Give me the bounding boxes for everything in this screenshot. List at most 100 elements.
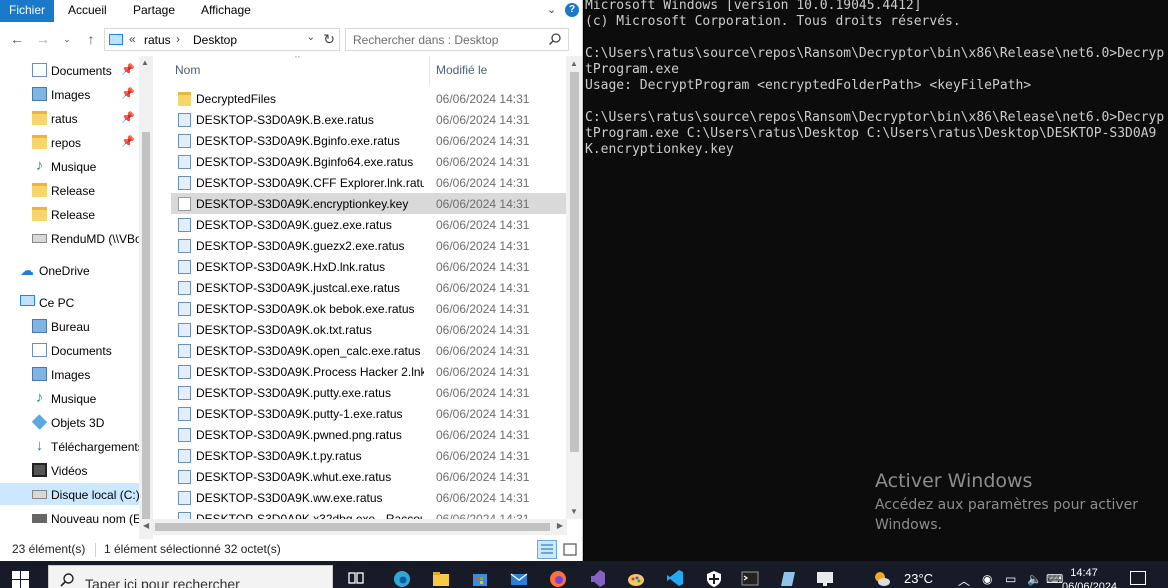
- breadcrumb-ratus[interactable]: ratus: [144, 33, 171, 47]
- address-dropdown-icon[interactable]: ⌄: [307, 32, 315, 43]
- scroll-left-icon[interactable]: ◀: [143, 521, 149, 530]
- file-row[interactable]: DESKTOP-S3D0A9K.HxD.lnk.ratus 06/06/2024 …: [171, 256, 566, 277]
- show-hidden-icons-icon[interactable]: ︿: [958, 572, 970, 588]
- file-row[interactable]: DESKTOP-S3D0A9K.Bginfo64.exe.ratus 06/06/…: [171, 151, 566, 172]
- file-row[interactable]: DESKTOP-S3D0A9K.CFF Explorer.lnk.ratus 06…: [171, 172, 566, 193]
- file-row[interactable]: DESKTOP-S3D0A9K.ok.txt.ratus 06/06/2024 1…: [171, 319, 566, 340]
- navigation-pane-scrollbar[interactable]: ▲ ▼: [139, 56, 153, 539]
- tab-fichier[interactable]: Fichier: [0, 0, 55, 22]
- visual-studio-icon[interactable]: [587, 568, 607, 588]
- address-root-chevron[interactable]: «: [129, 32, 136, 46]
- forward-icon[interactable]: →: [34, 30, 52, 48]
- help-icon[interactable]: ?: [565, 3, 579, 17]
- tab-affichage[interactable]: Affichage: [201, 0, 251, 22]
- file-row[interactable]: DESKTOP-S3D0A9K.t.py.ratus 06/06/2024 14:…: [171, 445, 566, 466]
- remote-desktop-icon[interactable]: [815, 568, 835, 588]
- file-row[interactable]: DESKTOP-S3D0A9K.guezx2.exe.ratus 06/06/20…: [171, 235, 566, 256]
- nav-item[interactable]: Disque local (C:): [0, 483, 139, 505]
- file-row[interactable]: DESKTOP-S3D0A9K.encryptionkey.key 06/06/2…: [171, 193, 566, 214]
- nav-item[interactable]: Images 📌: [0, 83, 139, 105]
- scrollbar-thumb[interactable]: [142, 132, 150, 534]
- taskbar-search-placeholder[interactable]: Taper ici pour rechercher: [85, 576, 240, 588]
- microsoft-store-icon[interactable]: [470, 568, 490, 588]
- notifications-icon[interactable]: [1130, 571, 1146, 585]
- scroll-right-icon[interactable]: ▶: [557, 521, 563, 530]
- file-row[interactable]: DESKTOP-S3D0A9K.ww.exe.ratus 06/06/2024 1…: [171, 487, 566, 508]
- file-list-scrollbar[interactable]: ▲ ▼: [566, 56, 582, 519]
- file-row[interactable]: DecryptedFiles 06/06/2024 14:31: [171, 88, 566, 109]
- file-row[interactable]: DESKTOP-S3D0A9K.ok bebok.exe.ratus 06/06/…: [171, 298, 566, 319]
- command-prompt-window[interactable]: Microsoft Windows [version 10.0.19045.44…: [584, 0, 1168, 561]
- notepad-icon[interactable]: [778, 568, 798, 588]
- column-name[interactable]: Nom: [175, 63, 200, 77]
- file-row[interactable]: DESKTOP-S3D0A9K.pwned.png.ratus 06/06/202…: [171, 424, 566, 445]
- horizontal-scrollbar[interactable]: ◀ ▶: [139, 519, 567, 535]
- nav-item[interactable]: Release: [0, 179, 139, 201]
- details-view-icon[interactable]: [537, 540, 557, 559]
- file-row[interactable]: DESKTOP-S3D0A9K.putty.exe.ratus 06/06/202…: [171, 382, 566, 403]
- security-icon[interactable]: [704, 568, 724, 588]
- clock[interactable]: 14:47 06/06/2024: [1062, 566, 1117, 588]
- nav-item[interactable]: RenduMD (\\VBo: [0, 227, 139, 249]
- nav-item[interactable]: ↓ Téléchargements: [0, 435, 139, 457]
- scroll-down-icon[interactable]: ▼: [570, 507, 578, 516]
- nav-item[interactable]: ratus 📌: [0, 107, 139, 129]
- column-modified[interactable]: Modifié le: [436, 63, 487, 77]
- nav-item[interactable]: repos 📌: [0, 131, 139, 153]
- tab-accueil[interactable]: Accueil: [68, 0, 107, 22]
- up-icon[interactable]: ↑: [82, 30, 100, 48]
- weather-icon[interactable]: [872, 568, 892, 588]
- scroll-up-icon[interactable]: ▲: [570, 59, 578, 68]
- nav-item[interactable]: Objets 3D: [0, 411, 139, 433]
- scrollbar-thumb[interactable]: [155, 523, 550, 531]
- recent-locations-icon[interactable]: ⌄: [58, 30, 76, 48]
- nav-item[interactable]: Release: [0, 203, 139, 225]
- search-box[interactable]: Rechercher dans : Desktop: [345, 28, 569, 51]
- file-row[interactable]: DESKTOP-S3D0A9K.guez.exe.ratus 06/06/2024…: [171, 214, 566, 235]
- command-prompt-icon[interactable]: [740, 568, 760, 588]
- file-row[interactable]: DESKTOP-S3D0A9K.justcal.exe.ratus 06/06/2…: [171, 277, 566, 298]
- console-output[interactable]: Microsoft Windows [version 10.0.19045.44…: [585, 0, 1167, 158]
- nav-item[interactable]: Ce PC: [0, 291, 139, 313]
- tab-partage[interactable]: Partage: [133, 0, 175, 22]
- back-icon[interactable]: ←: [8, 30, 26, 48]
- vscode-icon[interactable]: [665, 568, 685, 588]
- scrollbar-thumb[interactable]: [570, 72, 579, 452]
- file-explorer-icon[interactable]: [431, 568, 451, 588]
- nav-item[interactable]: Images: [0, 363, 139, 385]
- column-divider[interactable]: [429, 56, 430, 85]
- nav-item[interactable]: ♪ Musique: [0, 155, 139, 177]
- breadcrumb-desktop[interactable]: Desktop: [193, 33, 237, 47]
- refresh-icon[interactable]: ↻: [323, 31, 335, 48]
- nav-item[interactable]: Documents 📌: [0, 59, 139, 81]
- task-view-icon[interactable]: [346, 568, 366, 588]
- windows-start-icon[interactable]: [12, 571, 30, 588]
- paint-icon[interactable]: [626, 568, 646, 588]
- file-row[interactable]: DESKTOP-S3D0A9K.Bginfo.exe.ratus 06/06/20…: [171, 130, 566, 151]
- nav-item[interactable]: Documents: [0, 339, 139, 361]
- network-icon[interactable]: ◉: [982, 572, 992, 586]
- firefox-icon[interactable]: [548, 568, 568, 588]
- scroll-up-icon[interactable]: ▲: [141, 58, 149, 67]
- volume-icon[interactable]: 🔈: [1027, 572, 1042, 586]
- file-row[interactable]: DESKTOP-S3D0A9K.x32dbg.exe - Raccour... 0…: [171, 508, 566, 519]
- mail-icon[interactable]: [509, 568, 529, 588]
- ribbon-expand-icon[interactable]: ⌄: [547, 3, 561, 17]
- nav-item[interactable]: Nouveau nom (E: [0, 507, 139, 529]
- file-row[interactable]: DESKTOP-S3D0A9K.Process Hacker 2.lnk....…: [171, 361, 566, 382]
- file-row[interactable]: DESKTOP-S3D0A9K.open_calc.exe.ratus 06/06…: [171, 340, 566, 361]
- file-row[interactable]: DESKTOP-S3D0A9K.B.exe.ratus 06/06/2024 14…: [171, 109, 566, 130]
- edge-icon[interactable]: [392, 568, 412, 588]
- address-bar[interactable]: « ratus › Desktop ⌄ ↻: [104, 28, 340, 51]
- file-row[interactable]: DESKTOP-S3D0A9K.putty-1.exe.ratus 06/06/2…: [171, 403, 566, 424]
- file-row[interactable]: DESKTOP-S3D0A9K.whut.exe.ratus 06/06/2024…: [171, 466, 566, 487]
- large-icons-view-icon[interactable]: [560, 540, 580, 559]
- display-icon[interactable]: ▭: [1005, 572, 1016, 586]
- temperature[interactable]: 23°C: [904, 571, 933, 586]
- nav-item[interactable]: ☁ OneDrive: [0, 259, 139, 281]
- taskbar-search-box[interactable]: Taper ici pour rechercher: [48, 565, 333, 588]
- nav-item[interactable]: Bureau: [0, 315, 139, 337]
- keyboard-icon[interactable]: ⌨: [1046, 572, 1063, 586]
- nav-item[interactable]: Vidéos: [0, 459, 139, 481]
- nav-item[interactable]: ♪ Musique: [0, 387, 139, 409]
